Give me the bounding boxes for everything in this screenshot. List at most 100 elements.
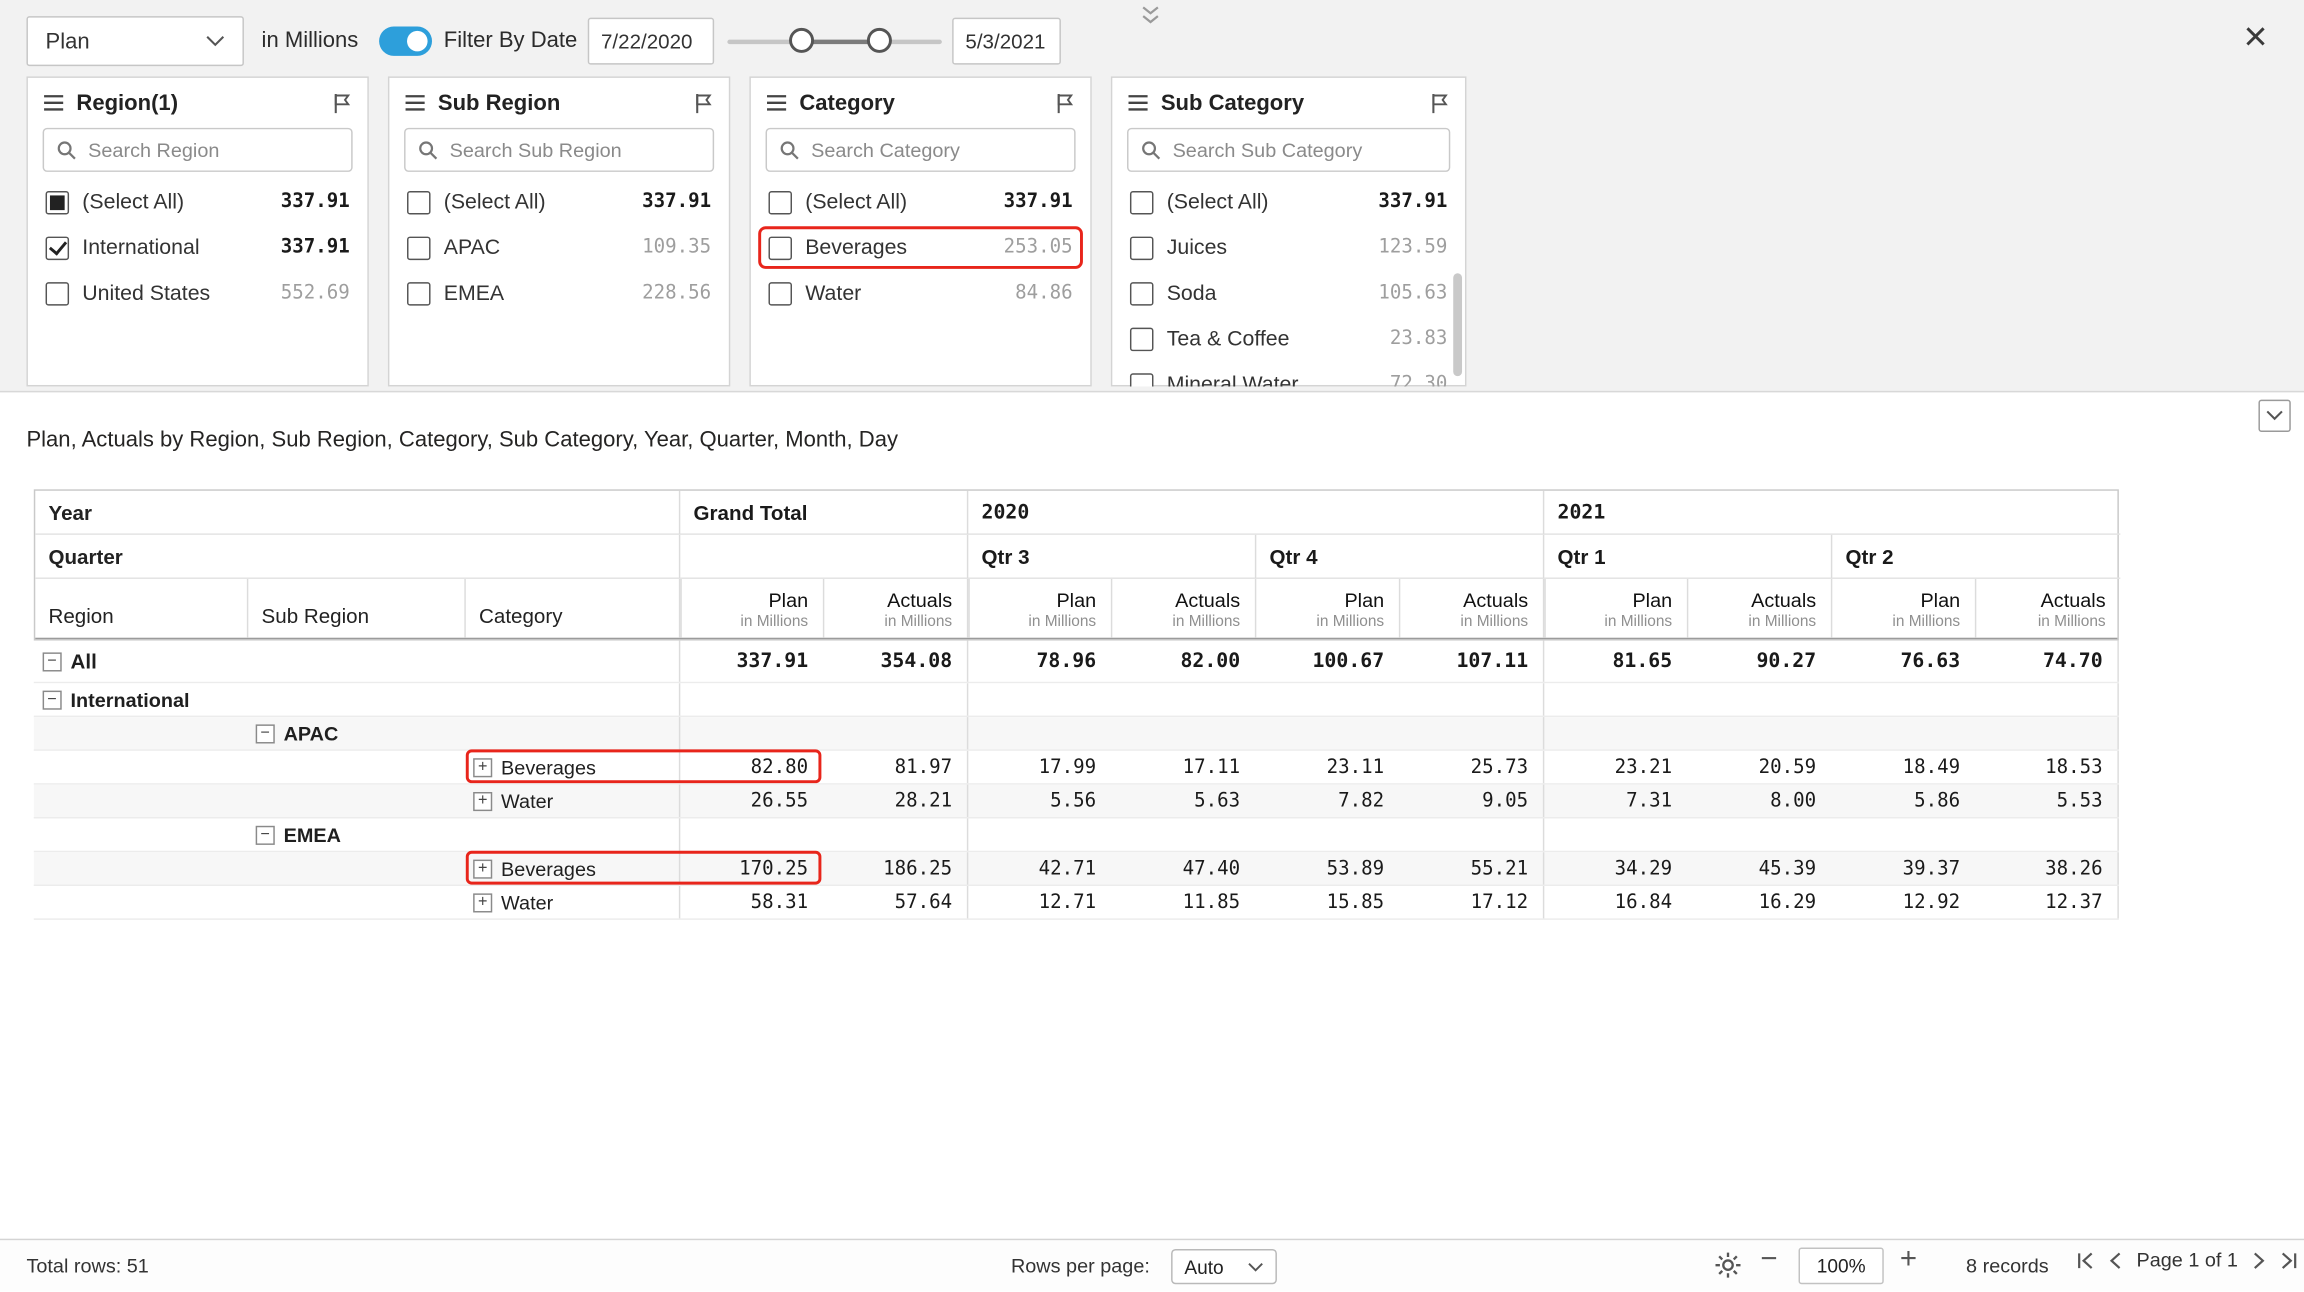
- checkbox[interactable]: [768, 190, 792, 214]
- collapse-icon[interactable]: −: [43, 652, 62, 671]
- value-cell: 17.12: [1399, 886, 1543, 918]
- checkbox[interactable]: [407, 236, 431, 260]
- collapse-filter-pane-icon[interactable]: [1137, 4, 1163, 25]
- expand-icon[interactable]: +: [473, 757, 492, 776]
- row-label[interactable]: Water: [501, 790, 553, 812]
- rows-per-page-label: Rows per page:: [1011, 1255, 1150, 1277]
- filter-item[interactable]: United States552.69: [28, 270, 367, 316]
- filter-by-date-toggle[interactable]: [379, 26, 432, 55]
- measure-name: Plan: [1344, 589, 1384, 611]
- row-header-cell: −All: [34, 641, 247, 682]
- filter-item[interactable]: Beverages253.05: [751, 225, 1090, 271]
- filter-item[interactable]: (Select All)337.91: [751, 179, 1090, 225]
- filter-list: (Select All)337.91Beverages253.05Water84…: [751, 179, 1090, 386]
- filter-item[interactable]: International337.91: [28, 225, 367, 271]
- collapse-icon[interactable]: −: [256, 825, 275, 844]
- search-input[interactable]: [808, 137, 1062, 162]
- slider-handle-start[interactable]: [789, 28, 814, 53]
- flag-icon[interactable]: [694, 92, 715, 114]
- value-cell: 25.73: [1399, 751, 1543, 783]
- previous-page-icon[interactable]: [2106, 1250, 2127, 1271]
- filter-item[interactable]: Mineral Water72.30: [1112, 361, 1465, 386]
- menu-icon[interactable]: [43, 94, 65, 112]
- gear-icon[interactable]: [1713, 1250, 1742, 1279]
- expand-icon[interactable]: +: [473, 859, 492, 878]
- filter-item-label: Soda: [1167, 281, 1365, 305]
- checkbox[interactable]: [1130, 372, 1154, 386]
- filter-item-value: 72.30: [1390, 373, 1448, 386]
- row-label[interactable]: Water: [501, 891, 553, 913]
- value-cell: [1831, 717, 1975, 749]
- expand-icon[interactable]: +: [473, 791, 492, 810]
- next-page-icon[interactable]: [2248, 1250, 2269, 1271]
- scrollbar-thumb[interactable]: [1453, 273, 1462, 376]
- filter-item-value: 337.91: [642, 191, 711, 213]
- flag-icon[interactable]: [1055, 92, 1076, 114]
- measure-header: Planin Millions: [1256, 579, 1400, 638]
- checkbox[interactable]: [1130, 190, 1154, 214]
- search-input[interactable]: [447, 137, 701, 162]
- date-range-slider[interactable]: [727, 21, 942, 65]
- chevron-down-button[interactable]: [2258, 400, 2290, 432]
- checkbox[interactable]: [407, 281, 431, 305]
- row-label[interactable]: Beverages: [501, 857, 596, 879]
- table-row: +Water26.5528.215.565.637.829.057.318.00…: [34, 785, 2119, 819]
- value-cell: 81.65: [1543, 641, 1687, 682]
- filter-item-label: Water: [805, 281, 1002, 305]
- row-label[interactable]: EMEA: [284, 824, 341, 846]
- collapse-icon[interactable]: −: [43, 690, 62, 709]
- checkbox[interactable]: [46, 281, 70, 305]
- row-label[interactable]: All: [71, 649, 97, 673]
- zoom-in-button[interactable]: +: [1900, 1243, 1917, 1277]
- filter-item[interactable]: Juices123.59: [1112, 225, 1465, 271]
- last-page-icon[interactable]: [2279, 1250, 2300, 1271]
- close-icon[interactable]: ×: [2233, 15, 2277, 59]
- flag-icon[interactable]: [1430, 92, 1451, 114]
- measure-dropdown[interactable]: Plan: [26, 16, 243, 66]
- expand-icon[interactable]: +: [473, 893, 492, 912]
- checkbox[interactable]: [1130, 281, 1154, 305]
- checkbox[interactable]: [768, 281, 792, 305]
- row-label[interactable]: APAC: [284, 722, 339, 744]
- value-cell: 39.37: [1831, 852, 1975, 884]
- checkbox[interactable]: [46, 190, 70, 214]
- checkbox[interactable]: [768, 236, 792, 260]
- rows-per-page-value: Auto: [1184, 1256, 1223, 1278]
- slider-handle-end[interactable]: [867, 28, 892, 53]
- checkbox[interactable]: [46, 236, 70, 260]
- filter-item[interactable]: Tea & Coffee23.83: [1112, 316, 1465, 362]
- flag-icon[interactable]: [332, 92, 353, 114]
- checkbox[interactable]: [1130, 236, 1154, 260]
- search-input[interactable]: [1170, 137, 1437, 162]
- filter-item[interactable]: Soda105.63: [1112, 270, 1465, 316]
- column-group-label: 2020: [968, 491, 1544, 535]
- row-label[interactable]: Beverages: [501, 756, 596, 778]
- measure-unit: in Millions: [1460, 613, 1528, 631]
- row-label[interactable]: International: [71, 688, 190, 710]
- filter-item-label: Beverages: [805, 236, 990, 260]
- date-end-input[interactable]: [952, 18, 1061, 65]
- filter-item[interactable]: APAC109.35: [389, 225, 728, 271]
- filter-item[interactable]: (Select All)337.91: [1112, 179, 1465, 225]
- search-input[interactable]: [85, 137, 339, 162]
- menu-icon[interactable]: [404, 94, 426, 112]
- filter-item[interactable]: (Select All)337.91: [389, 179, 728, 225]
- rows-per-page-dropdown[interactable]: Auto: [1171, 1249, 1277, 1284]
- checkbox[interactable]: [407, 190, 431, 214]
- zoom-out-button[interactable]: −: [1760, 1243, 1777, 1277]
- menu-icon[interactable]: [766, 94, 788, 112]
- value-cell: 186.25: [823, 852, 967, 884]
- filter-card-title: Category: [799, 90, 1043, 115]
- checkbox[interactable]: [1130, 327, 1154, 351]
- filter-item[interactable]: (Select All)337.91: [28, 179, 367, 225]
- first-page-icon[interactable]: [2075, 1250, 2096, 1271]
- collapse-icon[interactable]: −: [256, 724, 275, 743]
- zoom-level[interactable]: 100%: [1799, 1248, 1884, 1285]
- filter-item[interactable]: Water84.86: [751, 270, 1090, 316]
- row-header-cell: + Water: [464, 785, 679, 817]
- menu-icon[interactable]: [1127, 94, 1149, 112]
- measure-name: Actuals: [1175, 589, 1240, 611]
- filter-item[interactable]: EMEA228.56: [389, 270, 728, 316]
- row-header-cell: [464, 818, 679, 850]
- date-start-input[interactable]: [588, 18, 714, 65]
